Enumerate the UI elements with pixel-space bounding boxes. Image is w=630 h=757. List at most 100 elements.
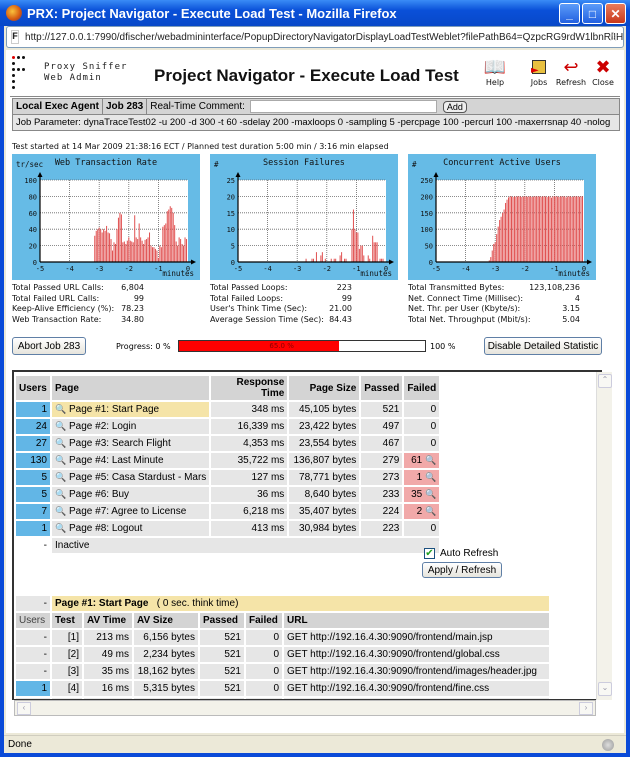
y-axis-label: #	[214, 160, 219, 169]
failed-cell[interactable]: 1 🔍	[404, 470, 440, 485]
stat-row: Keep-Alive Efficiency (%): 78.23	[12, 304, 144, 313]
page-link[interactable]: 🔍 Page #1: Start Page	[52, 402, 210, 417]
refresh-button[interactable]: ↩ Refresh	[554, 56, 588, 88]
response-time-cell: 413 ms	[211, 521, 288, 536]
users-cell: 5	[16, 487, 50, 502]
magnifier-icon[interactable]: 🔍	[425, 472, 436, 482]
av-time-cell: 213 ms	[84, 630, 132, 645]
magnifier-icon[interactable]: 🔍	[55, 455, 66, 465]
horizontal-scrollbar[interactable]: ‹ ›	[14, 700, 596, 716]
y-tick-label: 20	[227, 193, 235, 201]
bar	[500, 216, 502, 262]
pages-table: Users Page Response Time Page Size Passe…	[14, 374, 441, 555]
window-title: PRX: Project Navigator - Execute Load Te…	[27, 5, 397, 21]
failed-cell[interactable]: 35 🔍	[404, 487, 440, 502]
bar	[100, 229, 102, 262]
magnifier-icon[interactable]: 🔍	[55, 489, 66, 499]
url-cell[interactable]: GET http://192.16.4.30:9090/frontend/ima…	[284, 664, 549, 679]
close-window-button[interactable]: ✕	[605, 3, 626, 24]
passed-cell: 273	[361, 470, 403, 485]
col-page-size: Page Size	[289, 376, 360, 400]
table-row-inactive: - Inactive	[16, 538, 440, 553]
bar	[531, 197, 533, 262]
passed-cell: 224	[361, 504, 403, 519]
failed-cell[interactable]: 2 🔍	[404, 504, 440, 519]
bar	[582, 196, 584, 262]
bar	[509, 196, 511, 262]
bar	[552, 196, 554, 262]
bar	[180, 239, 182, 262]
scroll-up-icon[interactable]: ⌃	[598, 374, 612, 388]
page-link[interactable]: 🔍 Page #3: Search Flight	[52, 436, 210, 451]
bar	[159, 245, 161, 262]
av-time-cell: 35 ms	[84, 664, 132, 679]
magnifier-icon[interactable]: 🔍	[55, 438, 66, 448]
test-info: Test started at 14 Mar 2009 21:38:16 ECT…	[12, 142, 389, 151]
table-row: 27 🔍 Page #3: Search Flight 4,353 ms 23,554…	[16, 436, 440, 451]
url-cell[interactable]: GET http://192.16.4.30:9090/frontend/fin…	[284, 681, 549, 696]
magnifier-icon[interactable]: 🔍	[55, 506, 66, 516]
magnifier-icon[interactable]: 🔍	[425, 506, 436, 516]
magnifier-icon[interactable]: 🔍	[55, 472, 66, 482]
page-link[interactable]: 🔍 Page #2: Login	[52, 419, 210, 434]
scroll-down-icon[interactable]: ⌄	[598, 682, 612, 696]
scroll-left-icon[interactable]: ‹	[17, 702, 31, 715]
y-tick-label: 150	[420, 210, 433, 218]
magnifier-icon[interactable]: 🔍	[425, 489, 436, 499]
url-cell[interactable]: GET http://192.16.4.30:9090/frontend/mai…	[284, 630, 549, 645]
av-size-cell: 5,315 bytes	[134, 681, 198, 696]
apply-refresh-button[interactable]: Apply / Refresh	[422, 562, 502, 578]
scroll-right-icon[interactable]: ›	[579, 702, 593, 715]
page-size-cell: 8,640 bytes	[289, 487, 360, 502]
url-cell[interactable]: GET http://192.16.4.30:9090/frontend/glo…	[284, 647, 549, 662]
auto-refresh-checkbox[interactable]: ✔ Auto Refresh	[424, 548, 498, 559]
bar	[140, 237, 142, 262]
minimize-button[interactable]: _	[559, 3, 580, 24]
bar	[502, 212, 504, 262]
vertical-scrollbar[interactable]: ⌃ ⌄	[596, 372, 612, 700]
add-comment-button[interactable]: Add	[442, 100, 467, 113]
page-link[interactable]: 🔍 Page #6: Buy	[52, 487, 210, 502]
magnifier-icon[interactable]: 🔍	[55, 421, 66, 431]
url-bar[interactable]: F http://127.0.0.1:7990/dfischer/webadmi…	[6, 26, 624, 48]
jobs-button[interactable]: ► Jobs	[522, 56, 556, 87]
users-cell: 24	[16, 419, 50, 434]
bar	[510, 196, 512, 262]
x-tick-label: 0	[186, 265, 190, 273]
bar	[562, 196, 564, 262]
magnifier-icon[interactable]: 🔍	[425, 455, 436, 465]
agent-panel: Local Exec Agent Job 283 Real-Time Comme…	[12, 98, 620, 131]
response-time-cell: 127 ms	[211, 470, 288, 485]
disable-detailed-statistic-button[interactable]: Disable Detailed Statistic	[484, 337, 602, 355]
bar	[184, 237, 186, 262]
abort-job-button[interactable]: Abort Job 283	[12, 337, 86, 355]
help-button[interactable]: 📖 Help	[478, 56, 512, 88]
comment-input[interactable]	[249, 100, 437, 113]
bar	[499, 220, 501, 262]
page-size-cell: 23,422 bytes	[289, 419, 360, 434]
page-link[interactable]: 🔍 Page #8: Logout	[52, 521, 210, 536]
bookmark-star-icon[interactable]: ☆	[607, 29, 619, 45]
failed-cell[interactable]: 61 🔍	[404, 453, 440, 468]
bar	[533, 196, 535, 262]
bar	[525, 196, 527, 262]
x-tick-label: -2	[323, 265, 331, 273]
magnifier-icon[interactable]: 🔍	[55, 404, 66, 414]
status-text: Done	[8, 739, 32, 750]
stats-col-3: Total Transmitted Bytes: 123,108,236 Net.…	[408, 283, 580, 325]
page-link[interactable]: 🔍 Page #7: Agree to License	[52, 504, 210, 519]
close-button[interactable]: ✖ Close	[586, 56, 620, 88]
maximize-button[interactable]: □	[582, 3, 603, 24]
page-link[interactable]: 🔍 Page #4: Last Minute	[52, 453, 210, 468]
bar	[135, 237, 137, 262]
bar	[141, 240, 143, 262]
page-size-cell: 45,105 bytes	[289, 402, 360, 417]
bar	[571, 197, 573, 262]
magnifier-icon[interactable]: 🔍	[55, 523, 66, 533]
bar	[543, 196, 545, 262]
checkbox-icon[interactable]: ✔	[424, 548, 435, 559]
x-tick-label: -4	[263, 265, 271, 273]
bar	[119, 212, 121, 262]
bar	[156, 250, 158, 262]
page-link[interactable]: 🔍 Page #5: Casa Stardust - Mars	[52, 470, 210, 485]
